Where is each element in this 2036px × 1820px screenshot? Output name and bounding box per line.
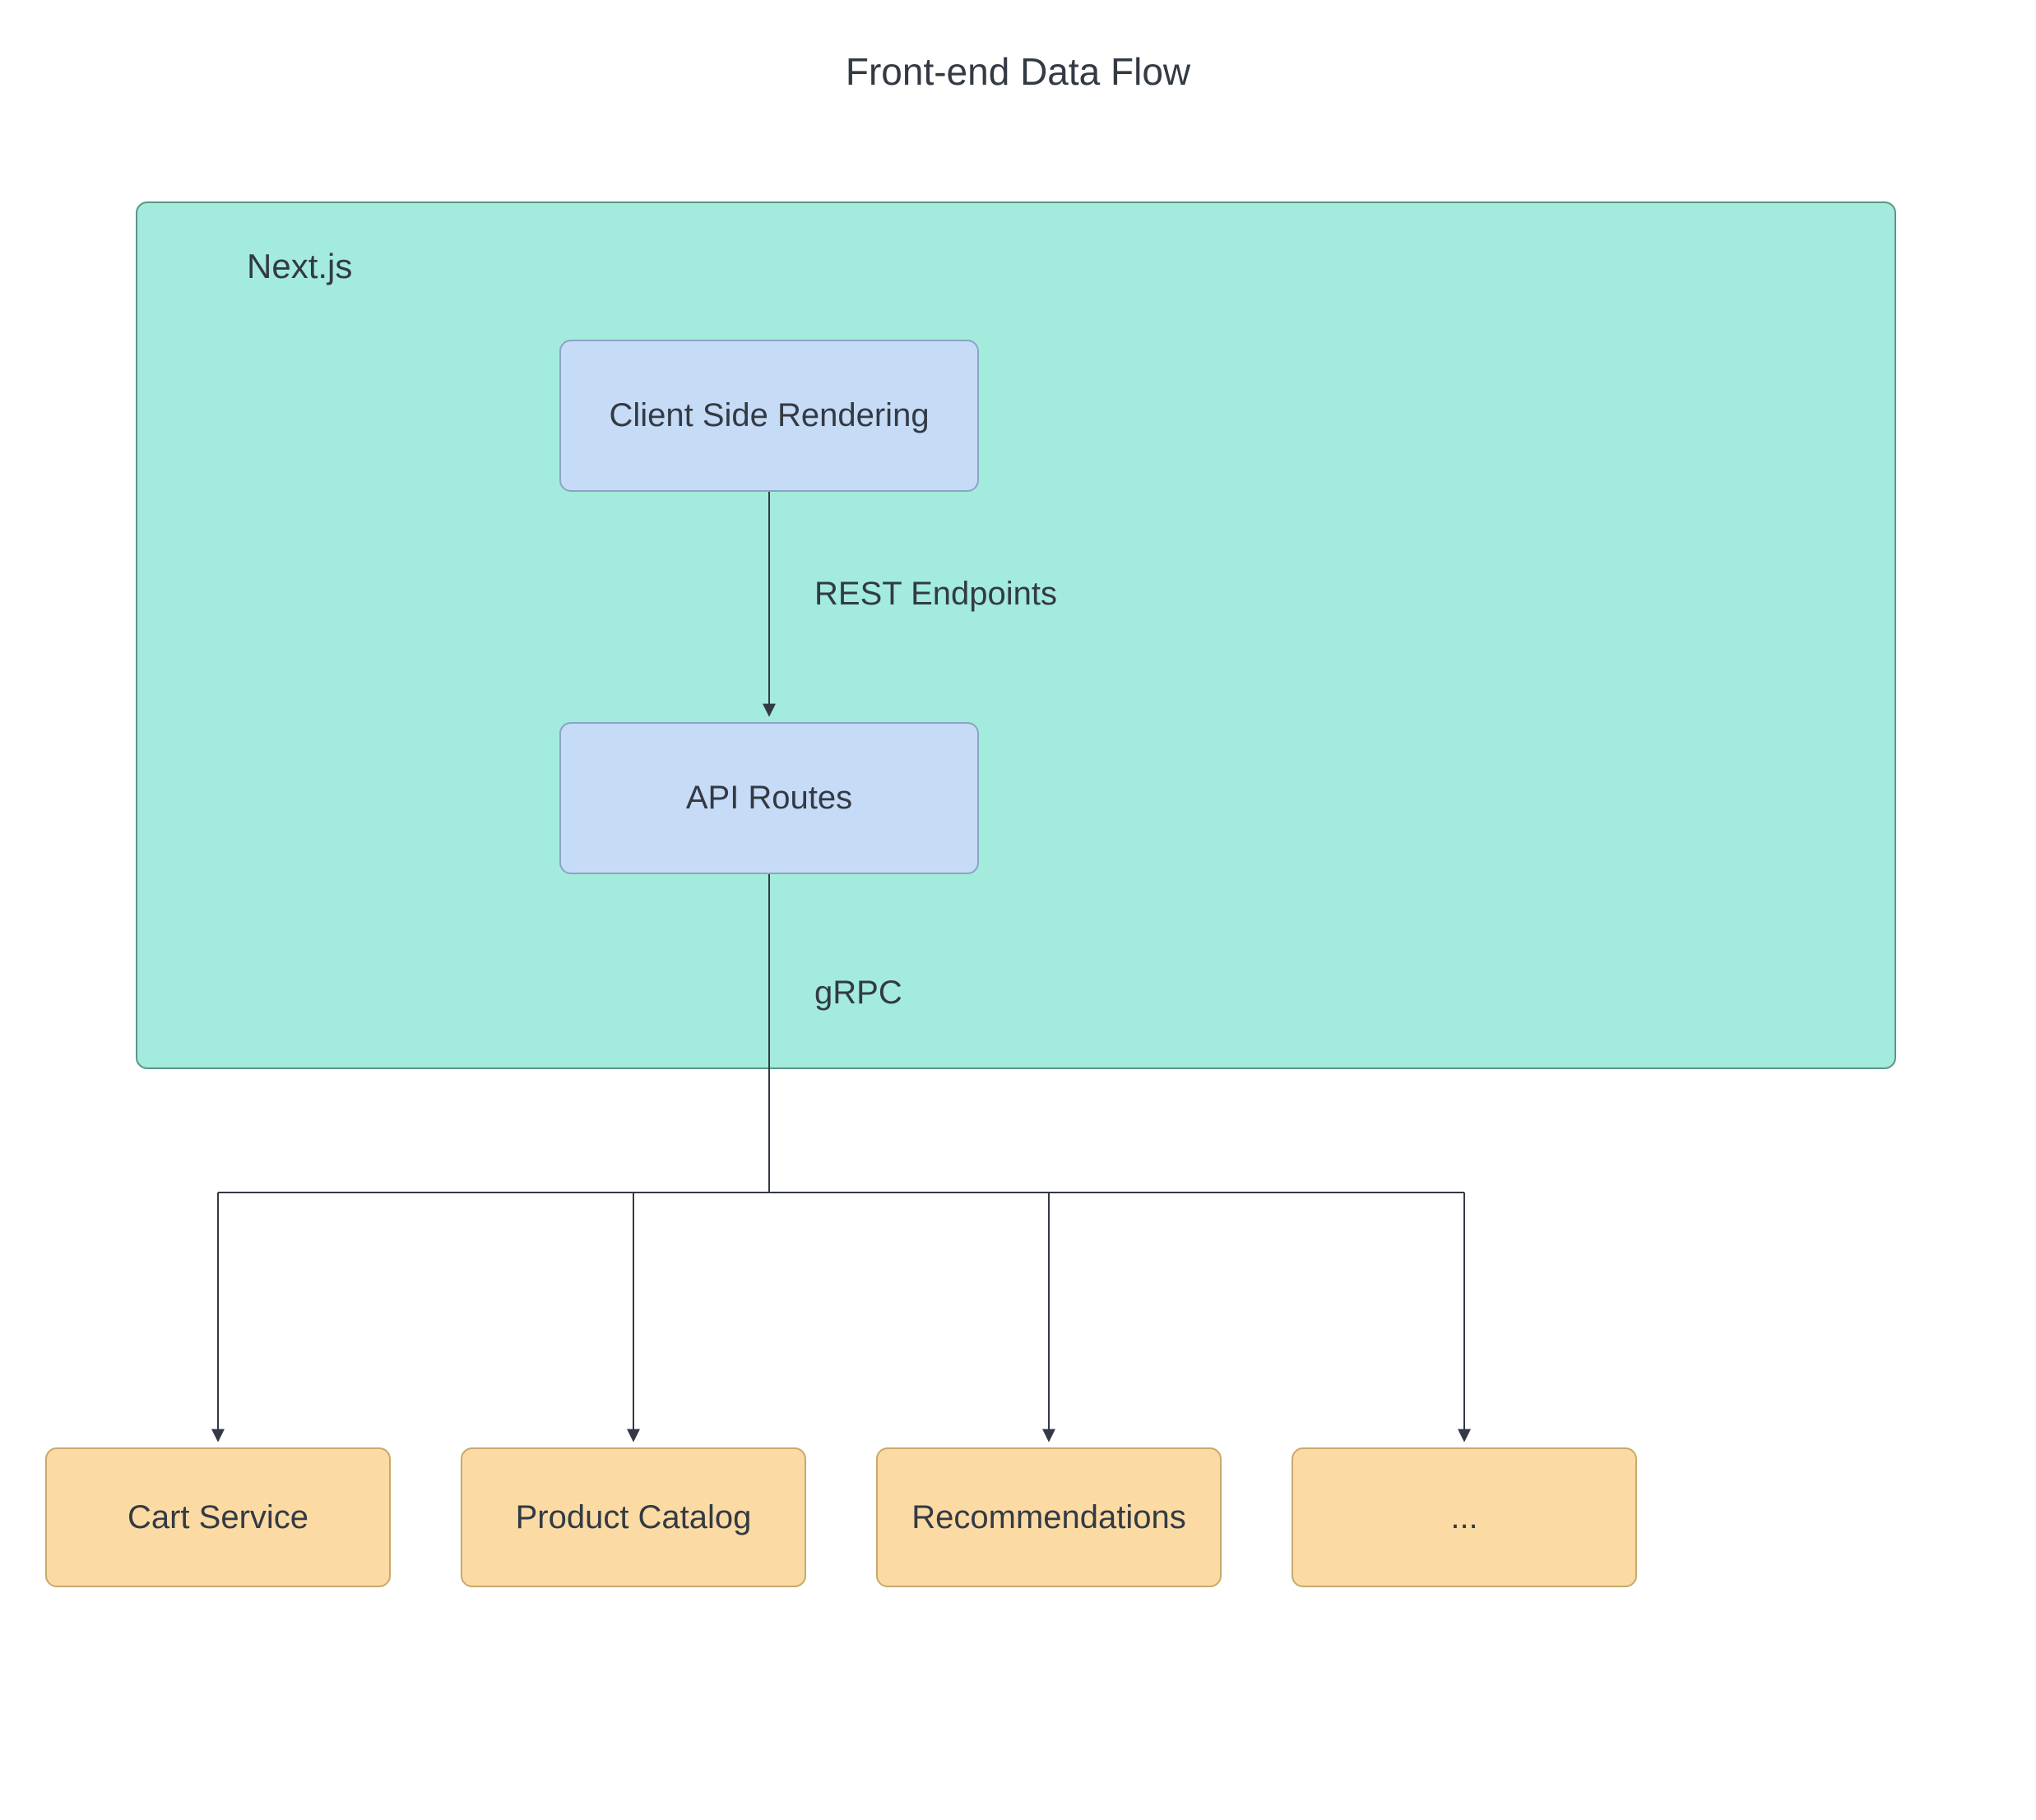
rest-edge-label: REST Endpoints [814,576,1057,613]
product-catalog-node: Product Catalog [461,1447,806,1587]
nextjs-container [136,201,1896,1069]
grpc-edge-label: gRPC [814,975,902,1012]
api-routes-label: API Routes [686,780,852,817]
product-catalog-label: Product Catalog [516,1499,752,1536]
cart-service-node: Cart Service [45,1447,391,1587]
more-services-label: ... [1450,1499,1477,1536]
api-routes-node: API Routes [559,722,979,874]
diagram-title: Front-end Data Flow [0,49,2036,94]
cart-service-label: Cart Service [128,1499,308,1536]
recommendations-label: Recommendations [911,1499,1186,1536]
csr-label: Client Side Rendering [609,397,929,434]
csr-node: Client Side Rendering [559,340,979,492]
more-services-node: ... [1292,1447,1637,1587]
recommendations-node: Recommendations [876,1447,1222,1587]
nextjs-label: Next.js [247,247,352,286]
